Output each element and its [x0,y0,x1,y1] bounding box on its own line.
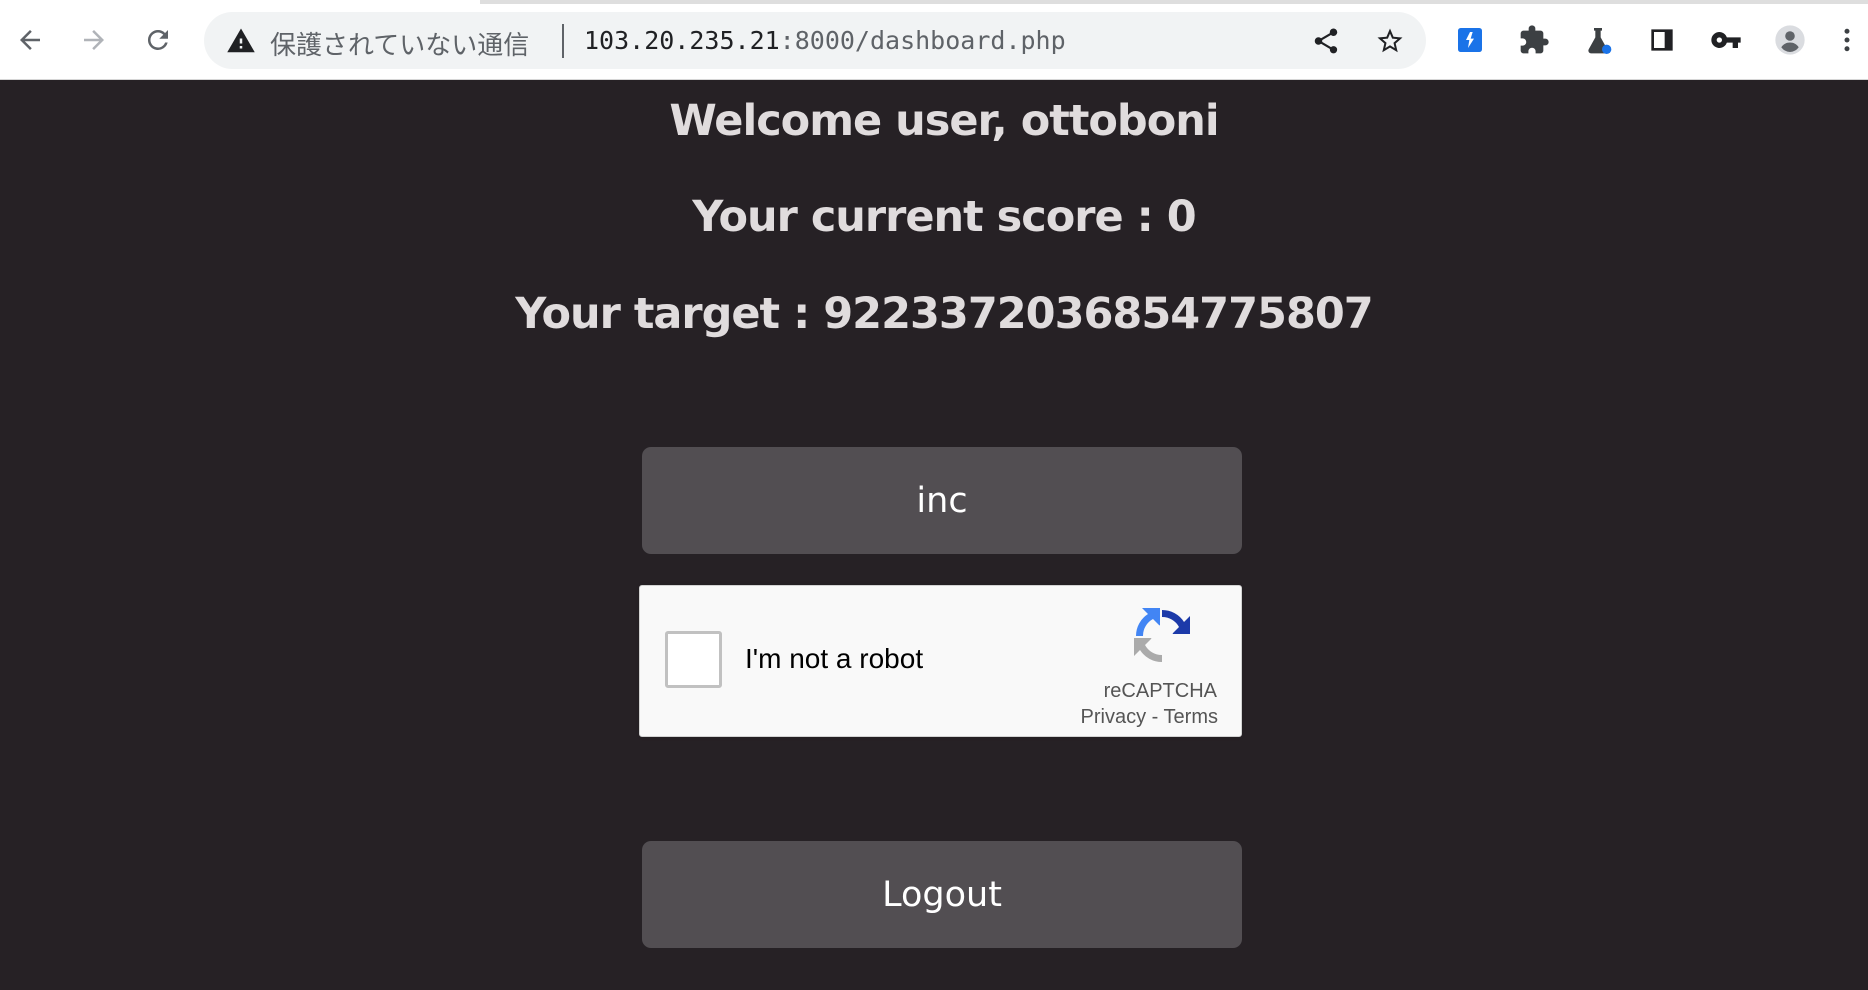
share-button[interactable] [1307,22,1345,60]
score-heading: Your current score : 0 [692,192,1196,242]
key-icon [1711,32,1741,48]
share-icon [1314,28,1338,54]
url-path: :8000/dashboard.php [779,26,1066,55]
recaptcha-label: I'm not a robot [745,643,924,674]
flask-icon [1588,28,1612,54]
browser-toolbar: 保護されていない通信 103.20.235.21:8000/dashboard.… [0,0,1868,80]
terms-link[interactable]: Terms [1164,706,1218,728]
recaptcha-widget: I'm not a robot reCAPTCHA Privacy - Term… [639,585,1242,737]
recaptcha-checkbox[interactable] [665,631,722,688]
url-text[interactable]: 103.20.235.21:8000/dashboard.php [584,26,1066,55]
blue-extension-icon [1458,28,1482,52]
recaptcha-logo-icon [1134,608,1190,663]
profile-button[interactable] [1768,18,1812,62]
reload-icon [147,29,168,50]
arrow-right-icon [84,30,104,50]
privacy-link[interactable]: Privacy [1081,706,1147,728]
url-host: 103.20.235.21 [584,26,780,55]
arrow-left-icon [20,30,40,50]
blue-extension-button[interactable] [1448,18,1492,62]
recaptcha-brand: reCAPTCHA [1103,680,1217,702]
labs-button[interactable] [1576,18,1620,62]
page-body: Welcome user, ottoboni Your current scor… [0,80,1868,990]
recaptcha-links: Privacy - Terms [1081,706,1218,729]
side-panel-button[interactable] [1640,18,1684,62]
security-status-label[interactable]: 保護されていない通信 [270,25,529,62]
extensions-button[interactable] [1512,18,1556,62]
reload-button[interactable] [136,18,180,62]
logout-button[interactable]: Logout [642,841,1242,948]
person-icon [1775,25,1805,55]
address-bar[interactable]: 保護されていない通信 103.20.235.21:8000/dashboard.… [204,12,1426,69]
inc-button[interactable]: inc [642,447,1242,554]
address-divider [562,24,564,58]
back-button[interactable] [8,18,52,62]
side-panel-icon [1651,29,1673,51]
warning-triangle-icon[interactable] [226,26,256,56]
target-heading: Your target : 9223372036854775807 [515,289,1373,339]
welcome-heading: Welcome user, ottoboni [669,96,1219,146]
star-icon [1377,28,1403,53]
puzzle-icon [1520,25,1549,54]
forward-button[interactable] [72,18,116,62]
browser-menu-button[interactable] [1832,18,1862,62]
kebab-menu-icon [1844,28,1850,52]
bookmark-star-button[interactable] [1371,22,1409,60]
links-separator: - [1146,706,1164,728]
passwords-button[interactable] [1704,18,1748,62]
tab-strip-edge [480,0,1868,4]
